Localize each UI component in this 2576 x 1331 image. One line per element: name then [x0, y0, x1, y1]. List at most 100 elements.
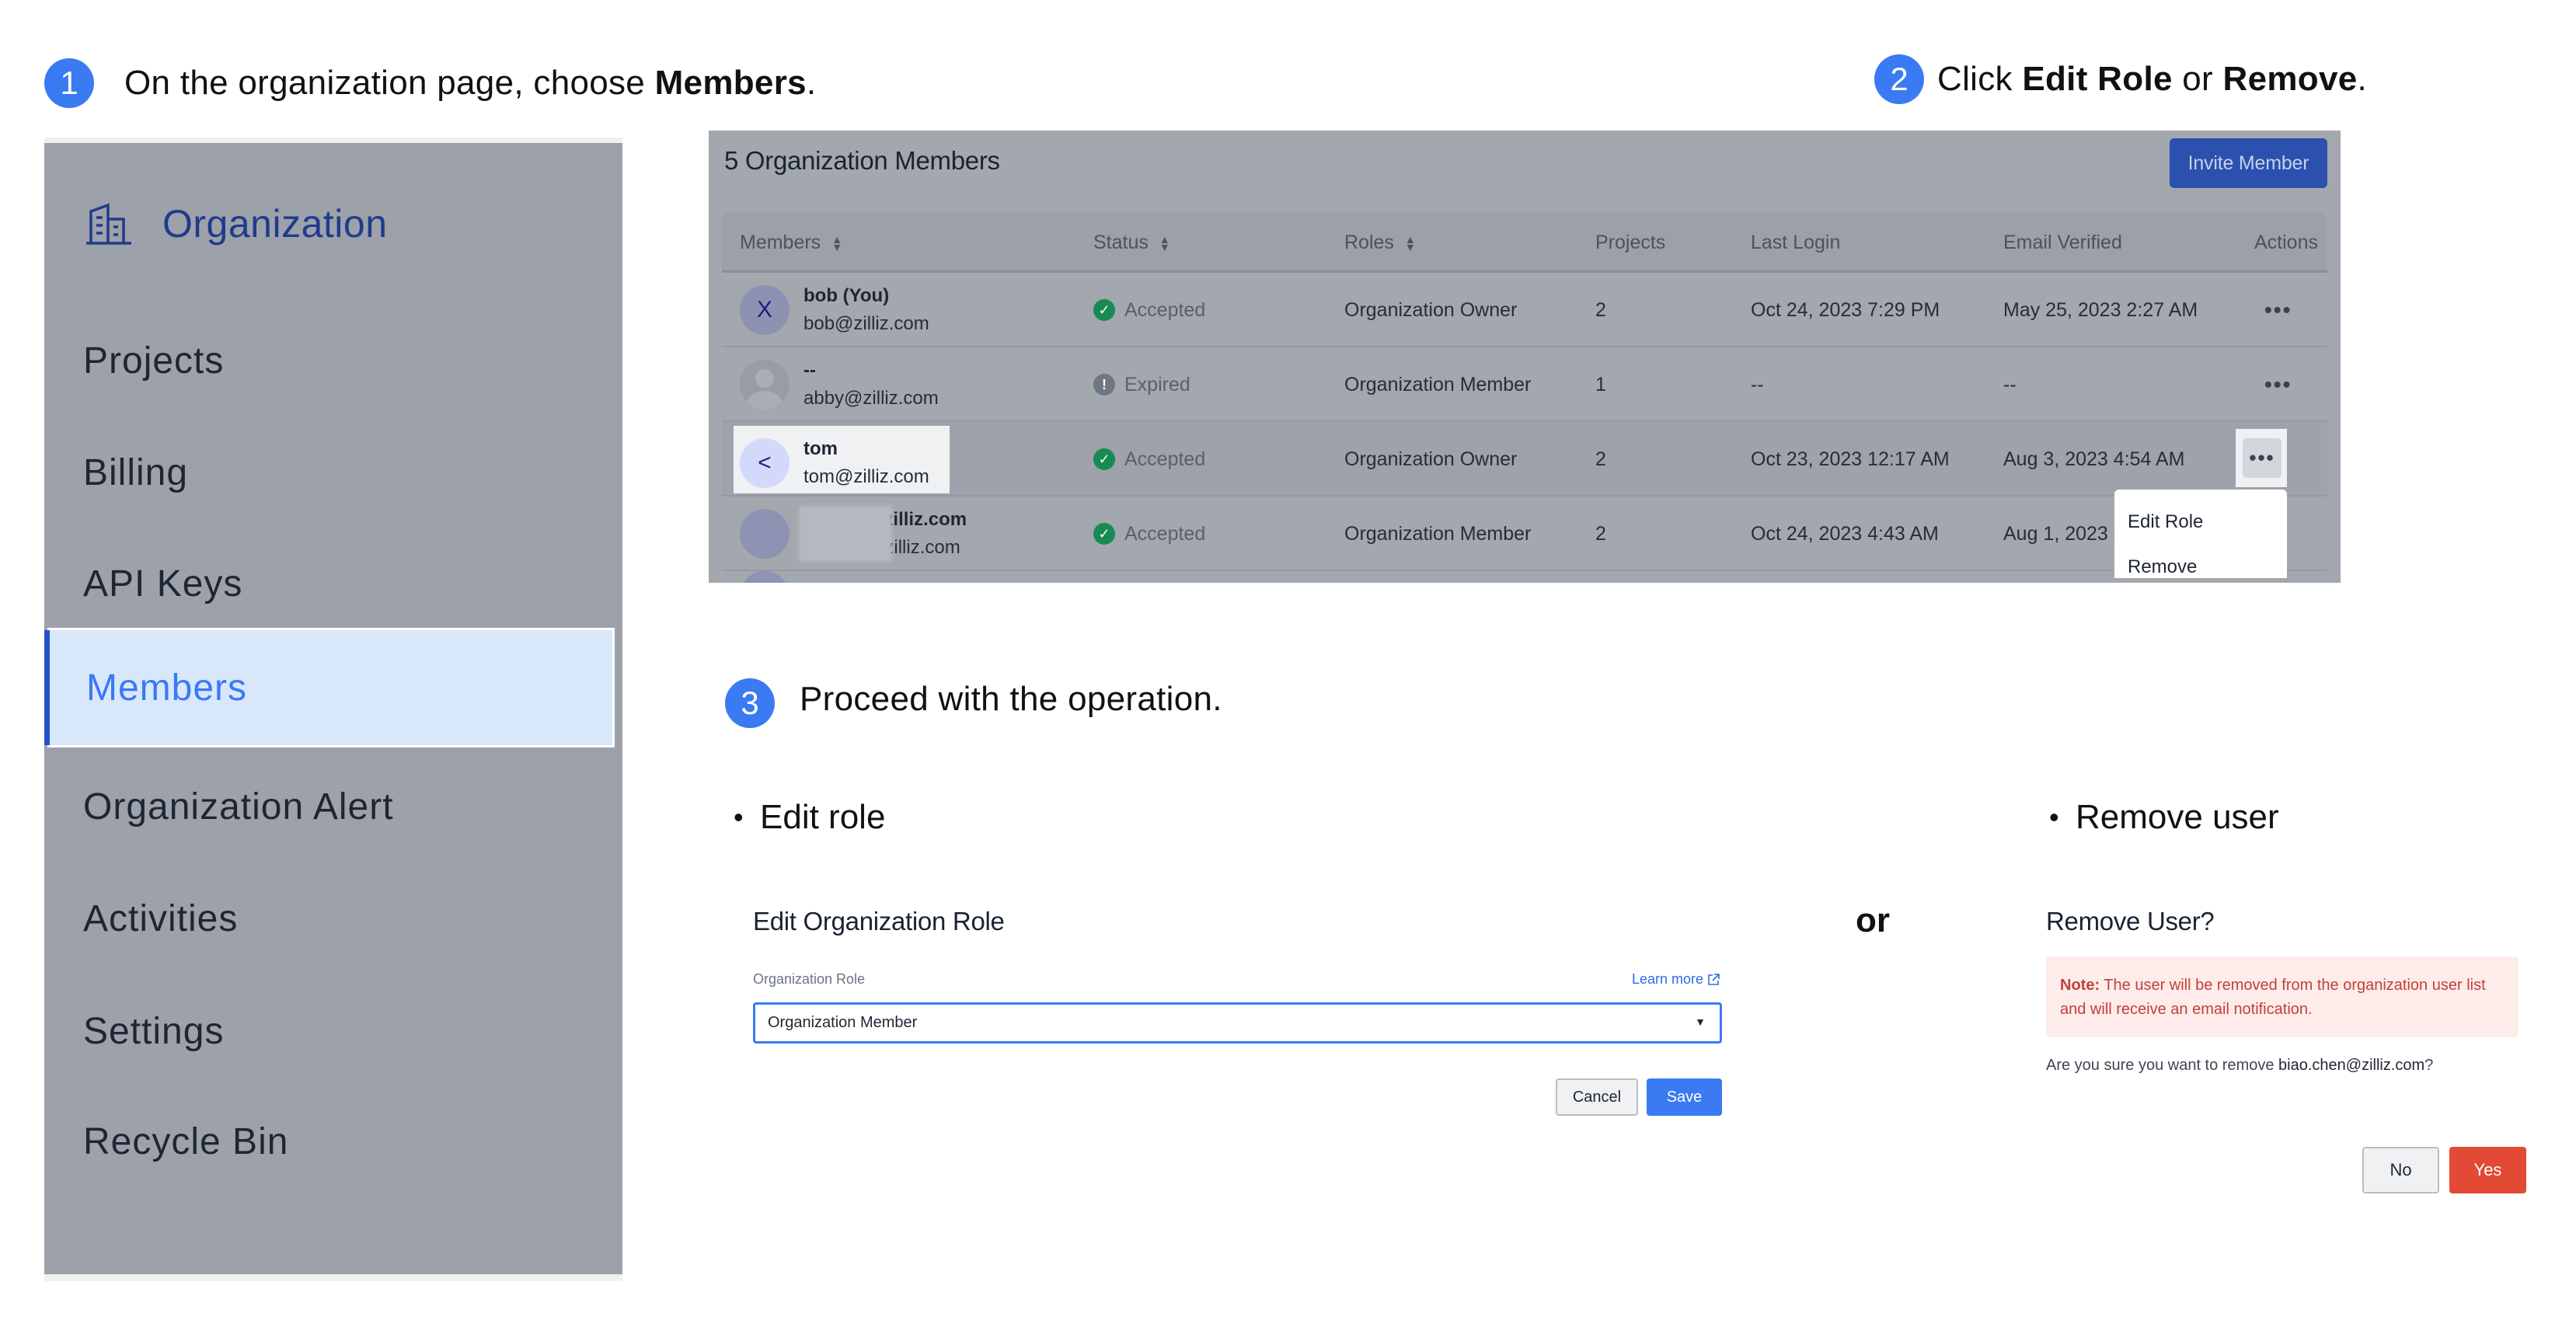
organization-role-select[interactable]: Organization Member ▼ — [753, 1002, 1722, 1044]
sidebar-item-billing[interactable]: Billing — [44, 413, 622, 532]
sidebar-item-activities[interactable]: Activities — [44, 859, 622, 978]
learn-more-link[interactable]: Learn more — [1632, 971, 1720, 988]
sort-icon[interactable]: ▲ ▼ — [831, 234, 842, 253]
member-info: -- abby@zilliz.com — [803, 357, 939, 413]
column-members[interactable]: Members ▲ ▼ — [740, 213, 842, 273]
table-header: Members ▲ ▼ Status ▲ ▼ Roles ▲ ▼ Projects Last… — [722, 213, 2327, 273]
last-login-cell: Oct 23, 2023 12:17 AM — [1751, 448, 1950, 470]
organization-role-label: Organization Role — [753, 971, 866, 987]
status-badge: Accepted — [1124, 522, 1206, 545]
column-projects: Projects — [1595, 232, 1666, 253]
sidebar-panel: Organization Projects Billing API Keys M… — [44, 143, 622, 1274]
step-3-instruction: Proceed with the operation. — [800, 680, 1222, 718]
status-cell: ✓ Accepted — [1093, 422, 1205, 497]
avatar: < — [740, 438, 790, 488]
save-button[interactable]: Save — [1647, 1078, 1722, 1116]
remove-confirmation: Are you sure you want to remove biao.che… — [2046, 1057, 2433, 1075]
removal-note: Note: The user will be removed from the … — [2046, 956, 2518, 1037]
column-actions: Actions — [2254, 232, 2318, 253]
projects-cell: 2 — [1595, 522, 1606, 545]
avatar: X — [740, 285, 790, 335]
sidebar-item-api-keys[interactable]: API Keys — [44, 524, 622, 643]
sidebar-item-members[interactable]: Members — [44, 628, 615, 747]
member-cell: -- abby@zilliz.com — [740, 347, 939, 422]
members-count-title: 5 Organization Members — [724, 146, 1000, 175]
member-info: bob (You) bob@zilliz.com — [803, 282, 929, 338]
yes-button[interactable]: Yes — [2449, 1147, 2526, 1193]
learn-more-label: Learn more — [1632, 971, 1704, 987]
invite-member-button[interactable]: Invite Member — [2170, 138, 2327, 188]
last-login-cell: -- — [1751, 373, 1764, 395]
menu-item-edit-role[interactable]: Edit Role — [2128, 511, 2203, 533]
step-1-text: On the organization page, choose — [124, 64, 655, 102]
default-avatar-icon — [740, 360, 790, 409]
ellipsis-icon: ••• — [2249, 446, 2275, 469]
confirm-email: biao.chen@zilliz.com — [2278, 1057, 2425, 1074]
actions-menu: Edit Role Remove — [2114, 490, 2287, 578]
last-login-cell: Oct 24, 2023 4:43 AM — [1751, 522, 1939, 545]
avatar — [740, 509, 790, 559]
member-name: bob (You) — [803, 285, 890, 306]
cancel-button[interactable]: Cancel — [1556, 1078, 1638, 1116]
avatar — [740, 571, 790, 583]
table-row — [722, 571, 2327, 583]
step-2-period: . — [2357, 60, 2368, 98]
building-icon — [86, 203, 131, 245]
column-status[interactable]: Status ▲ ▼ — [1093, 213, 1170, 273]
step-1-instruction: On the organization page, choose Members… — [124, 58, 816, 108]
member-cell: @zilliz.com @zilliz.com — [740, 497, 967, 571]
sidebar-header: Organization — [85, 199, 388, 249]
step-1-badge: 1 — [44, 58, 94, 108]
email-verified-cell: Aug 3, 2023 4:54 AM — [2003, 448, 2185, 470]
redacted-name — [799, 506, 892, 562]
sort-icon[interactable]: ▲ ▼ — [1405, 234, 1416, 253]
column-last-login: Last Login — [1751, 232, 1841, 253]
step-1-bold: Members — [654, 64, 807, 102]
confirm-prefix: Are you sure you want to remove — [2046, 1057, 2279, 1074]
sidebar-item-settings[interactable]: Settings — [44, 971, 622, 1091]
remove-dialog-title: Remove User? — [2046, 907, 2215, 936]
step-2-bold-remove: Remove — [2222, 60, 2358, 98]
step-1-period: . — [806, 64, 817, 102]
step-2-bold-edit: Edit Role — [2022, 60, 2173, 98]
role-cell: Organization Owner — [1344, 448, 1518, 470]
note-label: Note: — [2060, 977, 2100, 994]
edit-dialog-title: Edit Organization Role — [753, 907, 1005, 936]
step-2-instruction: Click Edit Role or Remove. — [1937, 54, 2367, 104]
no-button[interactable]: No — [2362, 1147, 2439, 1193]
role-cell: Organization Member — [1344, 522, 1532, 545]
column-roles-label: Roles — [1344, 232, 1394, 253]
email-verified-cell: Aug 1, 2023 8 — [2003, 522, 2125, 545]
status-badge: Expired — [1124, 373, 1190, 395]
check-circle-icon: ✓ — [1093, 448, 1115, 470]
external-link-icon — [1708, 973, 1720, 985]
note-text: The user will be removed from the organi… — [2060, 977, 2486, 1018]
role-cell: Organization Member — [1344, 373, 1532, 395]
email-verified-cell: May 25, 2023 2:27 AM — [2003, 298, 2198, 321]
edit-role-bullet: Edit role — [734, 793, 886, 842]
projects-cell: 1 — [1595, 373, 1606, 395]
member-cell: X bob (You) bob@zilliz.com — [740, 273, 929, 347]
check-circle-icon: ✓ — [1093, 523, 1115, 545]
table-row: -- abby@zilliz.com ! Expired Organizatio… — [722, 347, 2327, 422]
highlighted-member[interactable]: < tom tom@zilliz.com — [734, 426, 950, 493]
table-row: @zilliz.com @zilliz.com ✓ Accepted Organ… — [722, 497, 2327, 571]
column-roles[interactable]: Roles ▲ ▼ — [1344, 213, 1416, 273]
role-cell: Organization Owner — [1344, 298, 1518, 321]
more-actions-icon[interactable]: ••• — [2264, 347, 2292, 422]
selected-role: Organization Member — [768, 1014, 918, 1031]
step-2-or: or — [2172, 60, 2223, 98]
more-actions-icon[interactable]: ••• — [2264, 273, 2292, 347]
email-verified-cell: -- — [2003, 373, 2017, 395]
member-cell — [740, 571, 790, 583]
step-2-badge: 2 — [1874, 54, 1924, 104]
more-actions-button[interactable]: ••• — [2243, 438, 2281, 478]
sidebar-item-projects[interactable]: Projects — [44, 301, 622, 420]
sidebar-item-organization-alert[interactable]: Organization Alert — [44, 747, 622, 866]
column-email-verified: Email Verified — [2003, 232, 2122, 253]
sidebar-item-recycle-bin[interactable]: Recycle Bin — [44, 1082, 622, 1201]
sort-icon[interactable]: ▲ ▼ — [1159, 234, 1170, 253]
member-name: -- — [803, 360, 816, 381]
step-2-text: Click — [1937, 60, 2023, 98]
menu-item-remove[interactable]: Remove — [2128, 556, 2197, 578]
